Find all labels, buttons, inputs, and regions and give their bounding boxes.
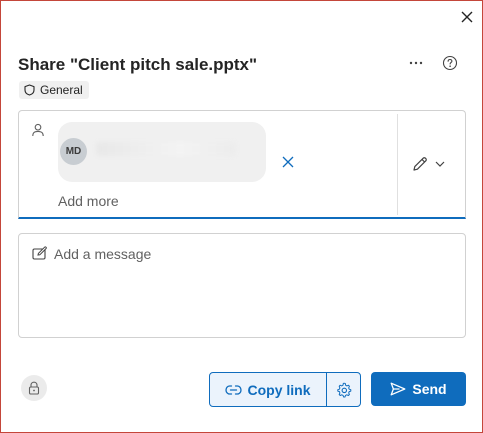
edit-message-icon [32, 246, 47, 260]
help-icon [442, 55, 458, 71]
permission-dropdown[interactable] [411, 153, 451, 175]
lock-icon [28, 381, 40, 395]
close-icon [461, 11, 473, 23]
close-button[interactable] [457, 7, 477, 27]
chevron-down-icon [435, 161, 445, 167]
gear-icon [336, 382, 351, 397]
person-icon [32, 123, 44, 137]
close-icon [282, 156, 294, 168]
link-settings-lock-button[interactable] [21, 375, 47, 401]
shield-icon [24, 84, 35, 96]
more-horizontal-icon [409, 61, 423, 65]
pencil-icon [413, 157, 427, 171]
recipient-name-redacted [96, 142, 236, 156]
send-label: Send [412, 381, 447, 397]
divider [397, 114, 398, 215]
copy-link-group: Copy link [209, 372, 361, 407]
dialog-title: Share "Client pitch sale.pptx" [18, 55, 258, 74]
copy-link-label: Copy link [247, 381, 311, 398]
message-field[interactable]: Add a message [18, 233, 466, 338]
sensitivity-label[interactable]: General [19, 81, 89, 99]
send-button[interactable]: Send [371, 372, 466, 406]
copy-link-button[interactable]: Copy link [210, 373, 327, 406]
link-settings-button[interactable] [327, 373, 360, 406]
recipients-field[interactable]: MD Add more [18, 110, 466, 219]
recipient-chip[interactable]: MD [58, 122, 294, 182]
send-icon [390, 382, 406, 396]
help-button[interactable] [440, 53, 460, 73]
avatar: MD [60, 138, 87, 165]
more-options-button[interactable] [404, 53, 428, 73]
link-icon [225, 384, 243, 395]
remove-recipient-button[interactable] [280, 154, 296, 170]
add-more-input[interactable]: Add more [58, 193, 119, 209]
sensitivity-label-text: General [40, 83, 83, 97]
share-dialog: Share "Client pitch sale.pptx" General M… [0, 0, 483, 433]
message-placeholder: Add a message [54, 246, 152, 262]
